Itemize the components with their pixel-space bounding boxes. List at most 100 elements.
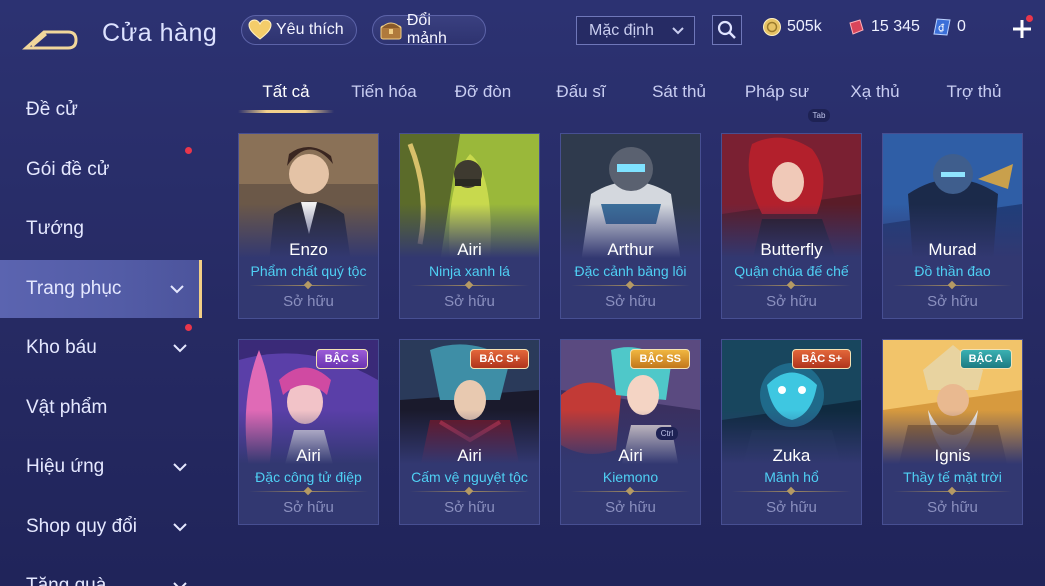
tab-tank[interactable]: Đỡ đòn <box>455 82 512 102</box>
skin-name: Cấm vệ nguyệt tộc <box>411 469 528 485</box>
tab-fighter[interactable]: Đấu sĩ <box>556 82 605 102</box>
hero-name: Airi <box>618 446 643 465</box>
tier-badge: BẬC S+ <box>792 349 851 369</box>
sidebar-item-label: Tướng <box>26 218 84 239</box>
skin-name: Mãnh hổ <box>764 469 819 485</box>
skin-card[interactable]: BẬC S Airi Đặc công tử điệp Sở hữu <box>238 339 379 525</box>
sidebar-item-gifts[interactable]: Tặng quà <box>0 557 202 586</box>
skin-card[interactable]: Murad Đồ thần đao Sở hữu <box>882 133 1023 319</box>
sidebar: Đề cử Gói đề cử Tướng Trang phục Kho báu… <box>0 80 202 586</box>
hero-name: Zuka <box>772 446 811 465</box>
sort-dropdown[interactable]: Mặc định <box>576 16 695 45</box>
sidebar-item-skins[interactable]: Trang phục <box>0 260 202 318</box>
card-divider <box>410 285 529 286</box>
card-divider <box>893 285 1012 286</box>
voucher-amount: 0 <box>957 18 966 35</box>
tier-badge: BẬC A <box>959 349 1012 369</box>
skin-card[interactable]: BẬC A Ignis Thầy tế mặt trời Sở hữu <box>882 339 1023 525</box>
tab-assassin[interactable]: Sát thủ <box>652 82 706 102</box>
skin-card[interactable]: BẬC SS Airi Kiemono Sở hữu <box>560 339 701 525</box>
svg-text:₫: ₫ <box>938 23 945 34</box>
skin-card[interactable]: Airi Ninja xanh lá Sở hữu <box>399 133 540 319</box>
sidebar-item-treasures[interactable]: Kho báu <box>0 319 202 377</box>
owned-status: Sở hữu <box>444 499 495 516</box>
owned-status: Sở hữu <box>605 293 656 310</box>
chevron-down-icon <box>173 582 187 586</box>
chevron-down-icon <box>173 523 187 532</box>
voucher-icon: ₫ <box>933 18 951 36</box>
category-tabs: Tất cả Tiến hóa Đỡ đòn Đấu sĩ Sát thủ Ph… <box>238 78 1028 114</box>
skin-card[interactable]: BẬC S+ Airi Cấm vệ nguyệt tộc Sở hữu <box>399 339 540 525</box>
skin-card[interactable]: Butterfly Quận chúa đế chế Sở hữu <box>721 133 862 319</box>
favorites-label: Yêu thích <box>276 21 344 38</box>
card-divider <box>571 491 690 492</box>
notification-dot <box>185 147 192 154</box>
card-divider <box>571 285 690 286</box>
tier-badge: BẬC SS <box>630 349 690 369</box>
owned-status: Sở hữu <box>605 499 656 516</box>
owned-status: Sở hữu <box>927 293 978 310</box>
skin-card[interactable]: BẬC S+ Zuka Mãnh hổ Sở hữu <box>721 339 862 525</box>
skin-card[interactable]: Arthur Đặc cảnh băng lôi Sở hữu <box>560 133 701 319</box>
fragment-exchange-button[interactable]: Đổi mảnh <box>372 12 486 47</box>
sidebar-item-effects[interactable]: Hiệu ứng <box>0 438 202 496</box>
hero-name: Arthur <box>607 240 654 259</box>
skin-name: Quận chúa đế chế <box>734 263 849 279</box>
owned-status: Sở hữu <box>766 499 817 516</box>
tab-evolution[interactable]: Tiến hóa <box>351 82 417 102</box>
sidebar-item-recommended[interactable]: Đề cử <box>0 81 202 139</box>
skin-name: Thầy tế mặt trời <box>903 469 1002 485</box>
card-divider <box>732 285 851 286</box>
sidebar-item-label: Đề cử <box>26 99 78 120</box>
tab-marksman[interactable]: Xạ thủ <box>850 82 899 102</box>
gold-coin-icon <box>763 18 781 36</box>
skin-card[interactable]: Enzo Phẩm chất quý tộc Sở hữu <box>238 133 379 319</box>
owned-status: Sở hữu <box>283 499 334 516</box>
top-bar: Cửa hàng Yêu thích Đổi mảnh Mặc định 505… <box>0 0 1045 62</box>
gold-amount: 505k <box>787 18 822 35</box>
hero-name: Airi <box>457 240 482 259</box>
chevron-down-icon <box>170 285 184 294</box>
owned-status: Sở hữu <box>766 293 817 310</box>
favorites-button[interactable]: Yêu thích <box>241 15 357 45</box>
back-button[interactable] <box>22 18 80 52</box>
chevron-down-icon <box>173 344 187 353</box>
skin-name: Đồ thần đao <box>914 263 991 279</box>
card-divider <box>732 491 851 492</box>
tab-mage[interactable]: Pháp sư <box>745 82 809 102</box>
page-title: Cửa hàng <box>102 19 218 47</box>
ctrl-key-hint: Ctrl <box>656 427 678 440</box>
skin-name: Đặc công tử điệp <box>255 469 362 485</box>
sidebar-item-label: Gói đề cử <box>26 159 110 180</box>
hero-name: Enzo <box>289 240 328 259</box>
treasure-chest-icon <box>377 18 405 42</box>
owned-status: Sở hữu <box>927 499 978 516</box>
heart-icon <box>246 18 274 42</box>
voucher-balance: ₫ 0 <box>932 17 966 37</box>
tab-all[interactable]: Tất cả <box>262 82 309 102</box>
gold-balance: 505k <box>762 17 822 37</box>
hero-name: Butterfly <box>760 240 823 259</box>
hero-name: Airi <box>296 446 321 465</box>
sidebar-item-label: Trang phục <box>26 278 122 299</box>
owned-status: Sở hữu <box>444 293 495 310</box>
owned-status: Sở hữu <box>283 293 334 310</box>
sidebar-item-heroes[interactable]: Tướng <box>0 200 202 258</box>
tier-badge: BẬC S+ <box>470 349 529 369</box>
sidebar-item-items[interactable]: Vật phẩm <box>0 379 202 437</box>
fragments-label: Đổi mảnh <box>406 12 447 47</box>
search-button[interactable] <box>712 15 742 45</box>
sidebar-item-exchange-shop[interactable]: Shop quy đổi <box>0 498 202 556</box>
sidebar-item-recommended-packs[interactable]: Gói đề cử <box>0 141 202 199</box>
card-divider <box>893 491 1012 492</box>
card-divider <box>410 491 529 492</box>
sidebar-item-label: Kho báu <box>26 337 97 358</box>
card-divider <box>249 491 368 492</box>
ruby-icon <box>849 19 864 35</box>
hero-name: Murad <box>928 240 977 259</box>
skin-grid: Enzo Phẩm chất quý tộc Sở hữu Airi Ninja… <box>238 133 1024 586</box>
tab-support[interactable]: Trợ thủ <box>947 82 1002 102</box>
chevron-down-icon <box>173 463 187 472</box>
hero-name: Ignis <box>934 446 971 465</box>
skin-name: Ninja xanh lá <box>429 263 510 279</box>
